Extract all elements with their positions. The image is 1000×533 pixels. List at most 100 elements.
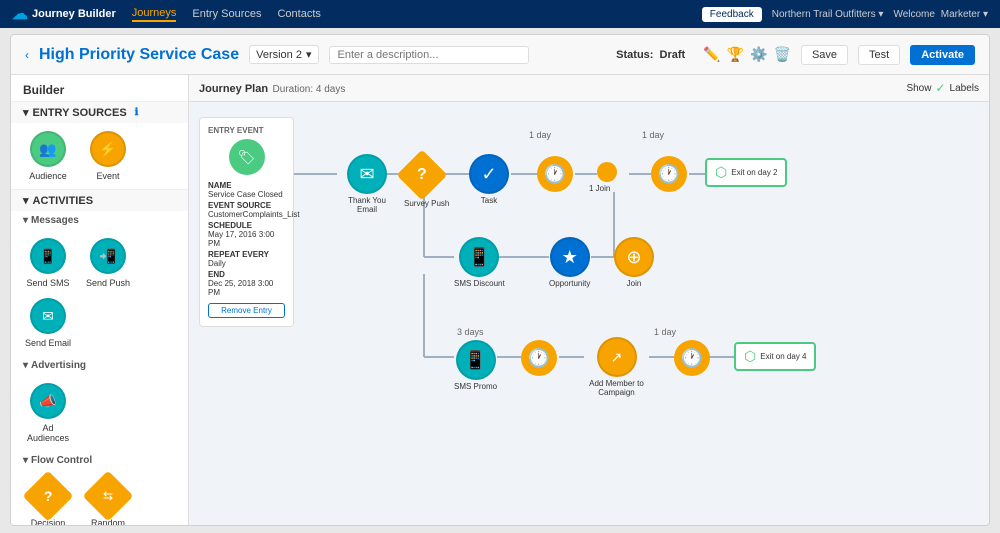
activities-chevron-icon: ▾ — [23, 194, 29, 207]
test-button[interactable]: Test — [858, 45, 900, 65]
show-labels-control[interactable]: Show ✓ Labels — [906, 81, 979, 95]
exit-4-icon: ⬡ — [744, 348, 756, 365]
duration-label: Duration: 4 days — [273, 84, 346, 95]
welcome-label: Welcome Marketer ▾ — [893, 9, 988, 20]
trophy-icon[interactable]: 🏆 — [727, 46, 744, 63]
flow-connectors — [189, 102, 989, 492]
show-text: Show — [906, 83, 931, 94]
event-label: Event — [96, 171, 119, 181]
advertising-chevron-icon: ▾ — [23, 360, 28, 371]
join-1-label: 1 Join — [589, 184, 610, 193]
entry-sources-items: 👥 Audience ⚡ Event — [11, 123, 188, 189]
entry-event-card[interactable]: ENTRY EVENT 🏷 NAME Service Case Closed E… — [199, 117, 294, 327]
wait-node-4[interactable]: 🕐 — [674, 340, 710, 376]
journey-plan-label: Journey Plan — [199, 83, 268, 95]
entry-sources-info-icon[interactable]: ℹ — [135, 107, 139, 118]
day-label-2: 1 day — [642, 130, 664, 140]
activate-button[interactable]: Activate — [910, 45, 975, 65]
page-title[interactable]: High Priority Service Case — [39, 46, 239, 64]
exit-day-2-node[interactable]: ⬡ Exit on day 2 — [705, 158, 787, 187]
sidebar-item-send-sms[interactable]: 📱 Send SMS — [23, 238, 73, 288]
sidebar-item-ad-audiences[interactable]: 📣 Ad Audiences — [23, 383, 73, 443]
add-member-node[interactable]: ↗ Add Member to Campaign — [584, 337, 649, 397]
sidebar-item-send-email[interactable]: ✉ Send Email — [23, 298, 73, 348]
repeat-label: REPEAT EVERY — [208, 250, 285, 259]
top-navigation: ☁ Journey Builder Journeys Entry Sources… — [0, 0, 1000, 28]
messages-items: 📱 Send SMS 📲 Send Push ✉ Send Email — [11, 230, 188, 356]
status-label: Status: Draft — [616, 49, 685, 61]
main-container: ‹ High Priority Service Case Version 2 ▾… — [10, 34, 990, 526]
audience-icon: 👥 — [30, 131, 66, 167]
survey-push-node[interactable]: ? Survey Push — [404, 157, 449, 211]
exit-2-icon: ⬡ — [715, 164, 727, 181]
sidebar-item-decision-split[interactable]: ? Decision Split — [23, 478, 73, 526]
sidebar-item-random-split[interactable]: ⇆ Random Split — [83, 478, 133, 526]
survey-push-label: Survey Push — [404, 199, 449, 208]
wait-node-2[interactable]: 🕐 — [651, 156, 687, 192]
opportunity-icon: ★ — [550, 237, 590, 277]
opportunity-node[interactable]: ★ Opportunity — [549, 237, 590, 288]
sidebar-item-audience[interactable]: 👥 Audience — [23, 131, 73, 181]
flow-control-label: Flow Control — [31, 455, 92, 466]
entry-icon-wrap: 🏷 — [208, 139, 285, 175]
advertising-items: 📣 Ad Audiences — [11, 375, 188, 451]
send-email-icon: ✉ — [30, 298, 66, 334]
messages-subsection[interactable]: ▾ Messages — [11, 211, 188, 230]
sidebar-item-send-push[interactable]: 📲 Send Push — [83, 238, 133, 288]
org-chevron-icon: ▾ — [878, 9, 883, 20]
description-input[interactable] — [329, 46, 529, 64]
entry-event-label: ENTRY EVENT — [208, 126, 285, 135]
task-node-icon: ✓ — [469, 154, 509, 194]
join-dot-1 — [597, 162, 617, 182]
canvas: Journey Plan Duration: 4 days Show ✓ Lab… — [189, 75, 989, 526]
wait-node-3[interactable]: 🕐 — [521, 340, 557, 376]
advertising-subsection[interactable]: ▾ Advertising — [11, 356, 188, 375]
schedule-label: SCHEDULE — [208, 221, 285, 230]
thank-you-email-node[interactable]: ✉ Thank You Email — [337, 154, 397, 214]
wait-node-1[interactable]: 🕐 — [537, 156, 573, 192]
back-arrow-icon[interactable]: ‹ — [25, 48, 29, 62]
messages-label: Messages — [31, 215, 79, 226]
trash-icon[interactable]: 🗑️ — [774, 46, 791, 63]
exit-day-4-node[interactable]: ⬡ Exit on day 4 — [734, 342, 816, 371]
sms-promo-node[interactable]: 📱 SMS Promo — [454, 340, 497, 391]
opportunity-label: Opportunity — [549, 279, 590, 288]
sms-discount-icon: 📱 — [459, 237, 499, 277]
edit-icon[interactable]: ✏️ — [703, 46, 720, 63]
version-chevron-icon: ▾ — [306, 48, 312, 61]
settings-icon[interactable]: ⚙️ — [750, 46, 767, 63]
entry-name-label: NAME — [208, 181, 285, 190]
entry-sources-label: ENTRY SOURCES — [33, 107, 127, 119]
join-node[interactable]: ⊕ Join — [614, 237, 654, 288]
email-node-icon: ✉ — [347, 154, 387, 194]
entry-info: NAME Service Case Closed EVENT SOURCE Cu… — [208, 181, 285, 297]
remove-entry-button[interactable]: Remove Entry — [208, 303, 285, 318]
feedback-button[interactable]: Feedback — [702, 7, 762, 22]
repeat-value: Daily — [208, 259, 285, 268]
welcome-chevron-icon: ▾ — [983, 9, 988, 20]
exit-day-2-label: Exit on day 2 — [731, 168, 777, 177]
clock-icon-4: 🕐 — [674, 340, 710, 376]
body: Builder ▾ ENTRY SOURCES ℹ 👥 Audience ⚡ E… — [11, 75, 989, 526]
ad-audiences-label: Ad Audiences — [23, 423, 73, 443]
task-node[interactable]: ✓ Task — [469, 154, 509, 205]
nav-contacts[interactable]: Contacts — [277, 8, 320, 20]
flow-control-subsection[interactable]: ▾ Flow Control — [11, 451, 188, 470]
sidebar-item-event[interactable]: ⚡ Event — [83, 131, 133, 181]
activities-section[interactable]: ▾ ACTIVITIES — [11, 189, 188, 211]
secondary-header: ‹ High Priority Service Case Version 2 ▾… — [11, 35, 989, 75]
entry-sources-chevron-icon: ▾ — [23, 106, 29, 119]
sms-discount-node[interactable]: 📱 SMS Discount — [454, 237, 505, 288]
entry-event-icon: 🏷 — [229, 139, 265, 175]
schedule-value: May 17, 2016 3:00 PM — [208, 230, 285, 248]
sidebar-title: Builder — [11, 75, 188, 101]
messages-chevron-icon: ▾ — [23, 215, 28, 226]
nav-journeys[interactable]: Journeys — [132, 7, 177, 22]
nav-entry-sources[interactable]: Entry Sources — [192, 8, 261, 20]
app-logo: ☁ Journey Builder — [12, 4, 116, 24]
clock-icon-1: 🕐 — [537, 156, 573, 192]
version-selector[interactable]: Version 2 ▾ — [249, 45, 318, 64]
topnav-right: Feedback Northern Trail Outfitters ▾ Wel… — [702, 7, 988, 22]
save-button[interactable]: Save — [801, 45, 848, 65]
entry-sources-section[interactable]: ▾ ENTRY SOURCES ℹ — [11, 101, 188, 123]
